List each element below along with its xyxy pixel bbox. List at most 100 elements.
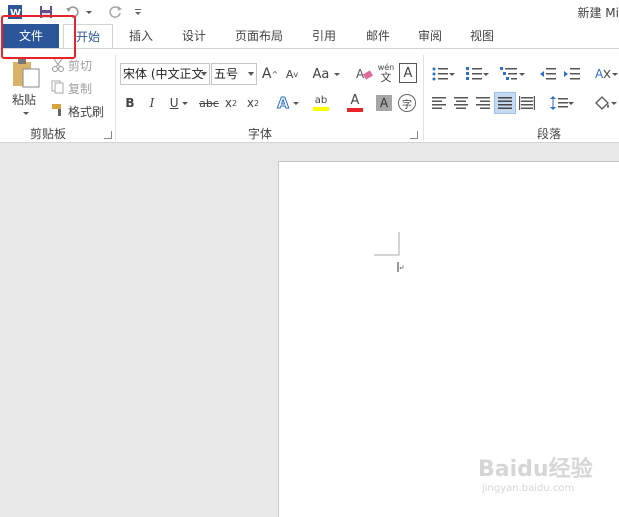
group-divider xyxy=(423,55,424,141)
grow-font-icon: A xyxy=(261,66,272,82)
decrease-indent-icon xyxy=(540,68,556,80)
tab-insert[interactable]: 插入 xyxy=(120,24,162,48)
underline-button[interactable]: U xyxy=(166,93,192,113)
font-color-swatch xyxy=(347,108,363,112)
chinese-layout-icon: A xyxy=(595,67,610,81)
svg-text:A: A xyxy=(356,67,365,81)
ribbon-home: 粘贴 剪切 复制 格式刷 剪贴板 宋体 (中文正文 五号 A ^ Av Aa A … xyxy=(0,48,619,143)
tab-view[interactable]: 视图 xyxy=(460,24,504,48)
numbering-icon xyxy=(466,67,482,80)
paste-dropdown-icon[interactable] xyxy=(21,109,31,117)
text-effects-icon: A xyxy=(277,94,290,113)
superscript-button[interactable]: x2 xyxy=(244,93,262,113)
align-left-button[interactable] xyxy=(430,93,448,113)
redo-icon[interactable] xyxy=(106,3,126,21)
svg-text:A: A xyxy=(595,67,604,81)
line-spacing-button[interactable] xyxy=(546,93,578,113)
subscript-mark: 2 xyxy=(232,98,238,108)
character-border-button[interactable]: A xyxy=(399,63,417,83)
superscript-icon: x xyxy=(246,96,254,110)
baidu-watermark-brand: Baidu经验 xyxy=(478,457,593,482)
font-size-combo[interactable]: 五号 xyxy=(211,63,257,85)
grow-font-button[interactable]: A ^ xyxy=(262,63,278,85)
character-border-icon: A xyxy=(403,65,413,81)
subscript-icon: x xyxy=(224,96,232,110)
format-painter-icon[interactable] xyxy=(50,102,66,118)
window-title: 新建 Mi xyxy=(577,6,619,20)
font-size-dropdown-icon xyxy=(248,72,254,76)
align-right-button[interactable] xyxy=(474,93,492,113)
phonetic-guide-button[interactable]: wén 文 xyxy=(376,61,396,85)
enclose-characters-button[interactable]: 字 xyxy=(398,94,416,112)
change-case-button[interactable]: Aa xyxy=(310,63,342,85)
tab-references[interactable]: 引用 xyxy=(302,24,346,48)
cut-icon[interactable] xyxy=(50,57,66,73)
highlight-color-button[interactable]: ab xyxy=(306,93,336,113)
group-divider xyxy=(115,55,116,141)
ribbon-tab-row: 文件 开始 插入 设计 页面布局 引用 邮件 审阅 视图 xyxy=(0,24,619,49)
distributed-icon xyxy=(519,96,535,110)
baidu-watermark-url: jingyan.baidu.com xyxy=(482,483,575,494)
paragraph-group-label: 段落 xyxy=(537,127,562,141)
subscript-button[interactable]: x2 xyxy=(222,93,240,113)
highlight-color-swatch xyxy=(313,107,329,111)
distributed-button[interactable] xyxy=(518,93,536,113)
paste-icon[interactable] xyxy=(8,55,44,91)
title-bar: W 新建 Mi xyxy=(0,0,619,24)
multilevel-list-button[interactable] xyxy=(496,63,528,85)
shrink-font-icon: A xyxy=(285,67,294,81)
tab-mailings[interactable]: 邮件 xyxy=(356,24,400,48)
align-center-icon xyxy=(454,97,468,109)
font-name-combo[interactable]: 宋体 (中文正文 xyxy=(120,63,210,85)
decrease-indent-button[interactable] xyxy=(538,63,558,85)
customize-quick-access-icon[interactable] xyxy=(132,3,144,21)
cut-label[interactable]: 剪切 xyxy=(68,57,92,74)
font-group-label: 字体 xyxy=(248,127,273,141)
shading-button[interactable] xyxy=(590,93,619,113)
chinese-layout-button[interactable]: A xyxy=(592,63,619,85)
bullets-icon xyxy=(432,67,448,81)
shading-icon xyxy=(594,96,609,110)
format-painter-label[interactable]: 格式刷 xyxy=(68,103,104,120)
tab-review[interactable]: 审阅 xyxy=(408,24,452,48)
font-color-icon: A xyxy=(350,93,360,108)
justify-button[interactable] xyxy=(494,92,516,114)
file-tab-highlight-box xyxy=(1,15,76,59)
bullets-button[interactable] xyxy=(428,63,458,85)
undo-dropdown-icon[interactable] xyxy=(84,3,94,21)
increase-indent-button[interactable] xyxy=(562,63,582,85)
underline-icon: U xyxy=(169,96,179,110)
clear-formatting-button[interactable]: A xyxy=(354,63,374,85)
clipboard-launcher-icon[interactable] xyxy=(104,131,112,139)
line-spacing-icon xyxy=(550,96,568,110)
clipboard-group-label: 剪贴板 xyxy=(30,127,67,141)
superscript-mark: 2 xyxy=(254,98,260,108)
copy-icon[interactable] xyxy=(50,79,66,95)
justify-icon xyxy=(498,97,512,109)
paste-label[interactable]: 粘贴 xyxy=(12,91,36,108)
font-color-button[interactable]: A xyxy=(340,93,370,113)
align-right-icon xyxy=(476,97,490,109)
shrink-font-button[interactable]: Av xyxy=(284,63,300,85)
font-name-dropdown-icon xyxy=(201,72,207,76)
numbering-button[interactable] xyxy=(462,63,492,85)
multilevel-list-icon xyxy=(500,67,517,80)
highlight-icon: ab xyxy=(314,95,328,106)
font-launcher-icon[interactable] xyxy=(410,131,418,139)
italic-button[interactable]: I xyxy=(144,93,160,113)
tab-design[interactable]: 设计 xyxy=(172,24,216,48)
align-left-icon xyxy=(432,97,446,109)
margin-corner-mark xyxy=(374,232,404,272)
tab-page-layout[interactable]: 页面布局 xyxy=(226,24,292,48)
text-effects-button[interactable]: A xyxy=(274,93,302,113)
character-shading-button[interactable]: A xyxy=(376,95,392,111)
clear-formatting-icon: A xyxy=(356,67,373,81)
increase-indent-icon xyxy=(564,68,580,80)
font-size-value: 五号 xyxy=(214,67,239,81)
phonetic-guide-char: 文 xyxy=(380,71,392,84)
bold-button[interactable]: B xyxy=(122,93,138,113)
change-case-icon: Aa xyxy=(312,66,330,82)
copy-label[interactable]: 复制 xyxy=(68,80,92,97)
align-center-button[interactable] xyxy=(452,93,470,113)
strikethrough-button[interactable]: abc xyxy=(198,93,220,113)
